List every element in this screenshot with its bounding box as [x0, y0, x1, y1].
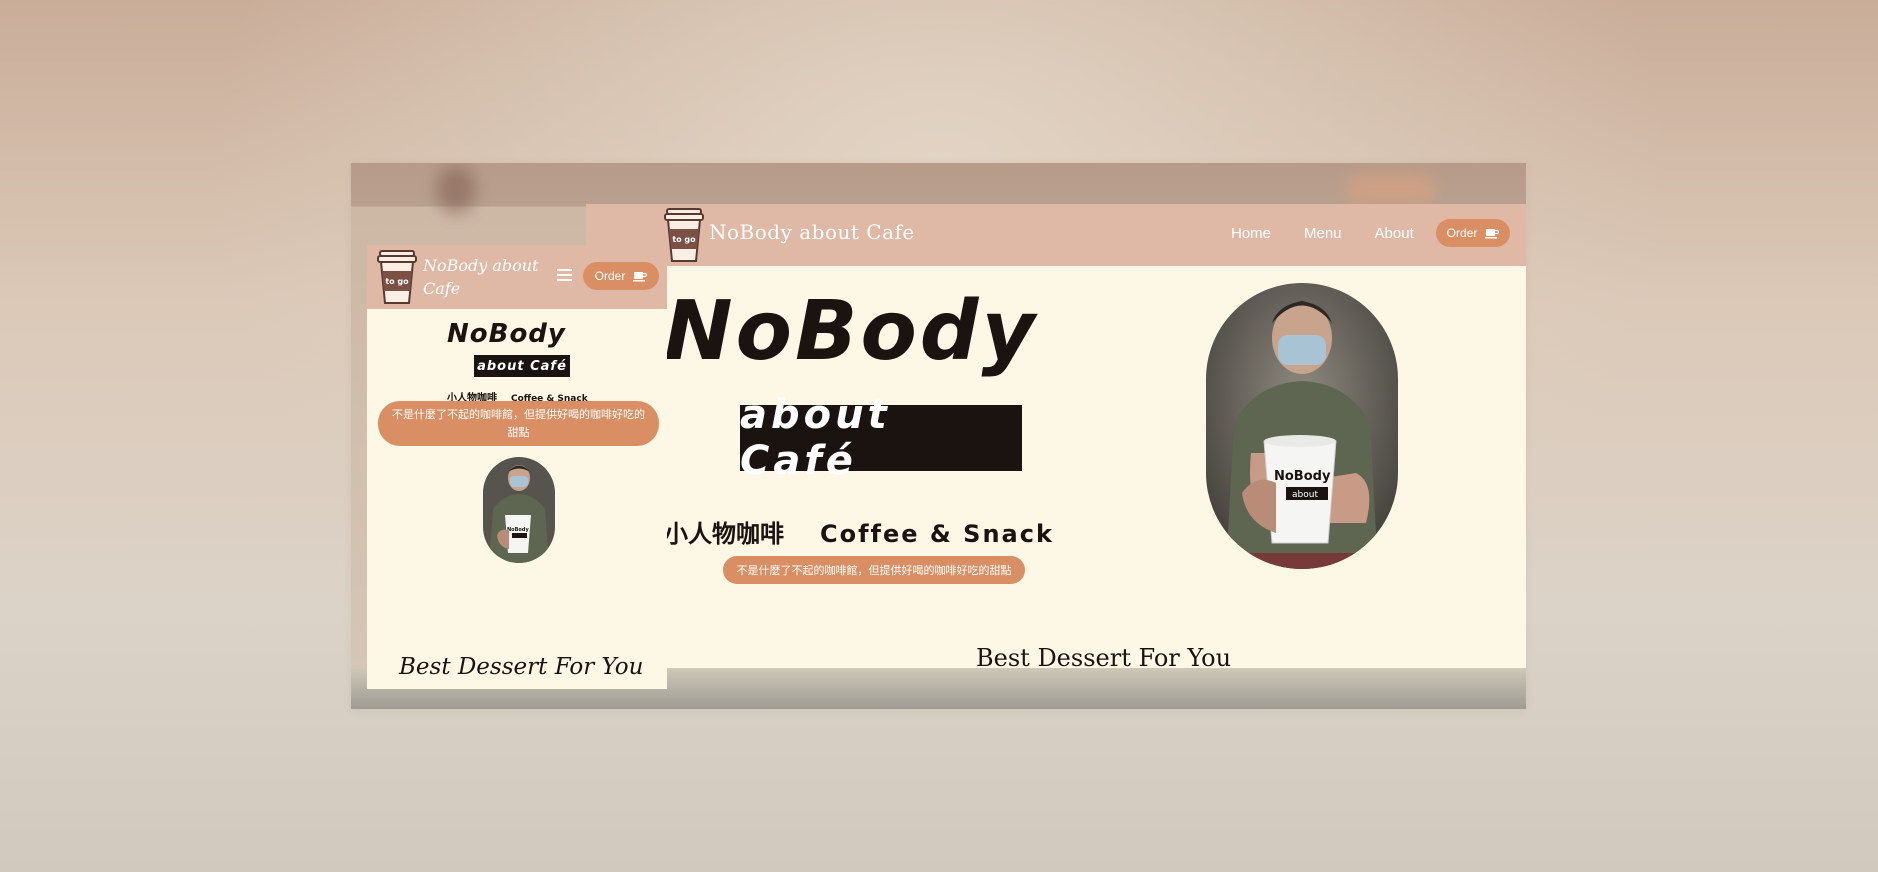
- tagline-pill: 不是什麼了不起的咖啡館，但提供好喝的咖啡好吃的甜點: [378, 401, 659, 446]
- order-button[interactable]: Order: [583, 262, 659, 290]
- section-title-best-dessert: Best Dessert For You: [976, 644, 1231, 668]
- mobile-navbar: to go NoBody about Cafe Order: [367, 245, 667, 309]
- barista-photo-illustration: NoBody about: [1206, 283, 1398, 569]
- brand-name[interactable]: NoBody about Cafe: [709, 220, 915, 244]
- blurred-backdrop-logo: [436, 165, 476, 213]
- hero-subtitle-en: Coffee & Snack: [820, 520, 1054, 548]
- barista-photo: NoBody: [483, 457, 555, 563]
- order-button-label: Order: [594, 269, 626, 283]
- hero-about-cafe: about Café: [740, 392, 1022, 484]
- order-button[interactable]: Order: [1436, 219, 1510, 247]
- hero-subtitle: 小人物咖啡 Coffee & Snack: [664, 514, 1054, 549]
- logo-text: to go: [672, 235, 696, 244]
- section-title-part-1: Best: [976, 644, 1038, 668]
- hero-about-cafe: about Café: [474, 355, 570, 377]
- hero-title: NoBody: [447, 319, 566, 349]
- desktop-view: to go NoBody about Cafe Home Menu About …: [586, 204, 1526, 668]
- brand-name[interactable]: NoBody about Cafe: [423, 254, 543, 300]
- nav-link-about[interactable]: About: [1375, 225, 1414, 242]
- logo-text: to go: [385, 277, 409, 286]
- mobile-view: to go NoBody about Cafe Order NoBody abo…: [367, 245, 667, 689]
- section-title-best-dessert: Best Dessert For You: [399, 654, 644, 680]
- tagline-pill: 不是什麼了不起的咖啡館，但提供好喝的咖啡好吃的甜點: [723, 556, 1025, 584]
- cup-print-nobody: NoBody: [1274, 469, 1331, 484]
- barista-photo: NoBody about: [1206, 283, 1398, 569]
- desktop-navbar: to go NoBody about Cafe Home Menu About …: [586, 204, 1526, 266]
- section-title-part-2: Dessert: [1037, 644, 1131, 668]
- hamburger-menu-icon[interactable]: [557, 268, 572, 282]
- nav-link-home[interactable]: Home: [1231, 225, 1271, 242]
- coffee-cup-logo-icon[interactable]: to go: [377, 249, 417, 305]
- coffee-cup-logo-icon[interactable]: to go: [664, 207, 704, 263]
- section-title-part-3: For You: [1130, 644, 1232, 668]
- hero-subtitle-zh: 小人物咖啡: [664, 520, 784, 548]
- barista-photo-illustration: NoBody: [483, 457, 555, 563]
- order-button-label: Order: [1446, 226, 1478, 240]
- cup-print-nobody: NoBody: [507, 527, 529, 533]
- nav-link-menu[interactable]: Menu: [1304, 225, 1342, 242]
- cup-print-about: about: [1292, 490, 1318, 500]
- hero-title: NoBody: [664, 284, 1038, 379]
- desktop-nav-links: Home Menu About: [1231, 225, 1447, 242]
- blurred-backdrop-order: [1346, 175, 1436, 203]
- coffee-cup-icon: [633, 271, 648, 281]
- coffee-cup-icon: [1485, 228, 1500, 238]
